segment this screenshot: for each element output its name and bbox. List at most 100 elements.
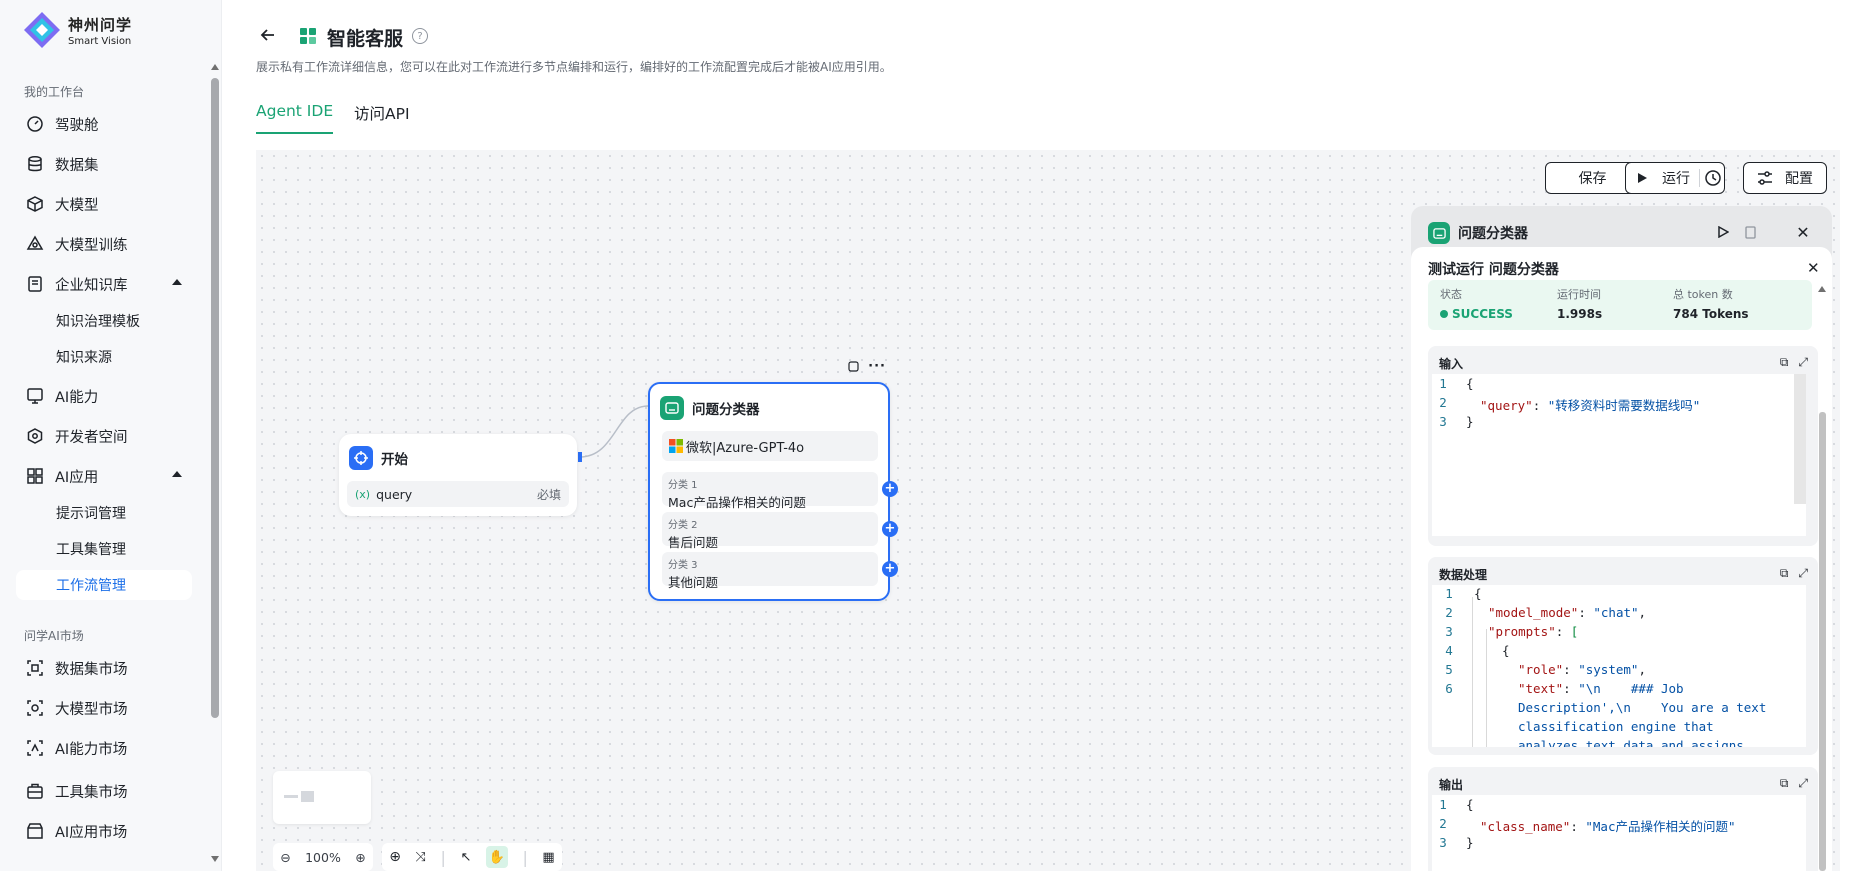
sidebar-item-cockpit[interactable]: 驾驶舱 <box>16 109 192 139</box>
sidebar-item-dataset[interactable]: 数据集 <box>16 149 192 179</box>
sidebar-item-model-market[interactable]: 大模型市场 <box>16 693 192 723</box>
class-label: 分类 2 <box>668 520 698 531</box>
sidebar-item-developer[interactable]: 开发者空间 <box>16 421 192 451</box>
logo[interactable]: 神州问学 Smart Vision <box>22 10 132 50</box>
start-output-handle[interactable] <box>578 452 582 462</box>
config-label: 配置 <box>1785 171 1813 187</box>
class-label: 分类 1 <box>668 480 698 491</box>
class-item[interactable]: 分类 1 Mac产品操作相关的问题 <box>662 472 878 510</box>
tab-agent-ide[interactable]: Agent IDE <box>256 102 334 134</box>
sidebar-item-dataset-market[interactable]: 数据集市场 <box>16 653 192 683</box>
sidebar-item-workflow[interactable]: 工作流管理 <box>16 570 192 600</box>
copy-icon[interactable]: ⧉ <box>1780 355 1789 370</box>
brand-subtitle: Smart Vision <box>68 35 132 47</box>
zoom-out-icon[interactable]: ⊖ <box>280 850 290 865</box>
pointer-icon[interactable]: ↖ <box>460 850 471 865</box>
sidebar-item-ai-market[interactable]: AI能力市场 <box>16 733 192 763</box>
back-button[interactable] <box>256 23 280 47</box>
classifier-node[interactable]: 问题分类器 微软|Azure-GPT-4o 分类 1 Mac产品操作相关的问题 … <box>648 382 898 601</box>
dashboard-icon <box>26 115 44 133</box>
organize-icon[interactable]: ▦ <box>542 850 554 865</box>
panel-scrollbar[interactable] <box>1816 272 1830 871</box>
sidebar-item-label: 大模型 <box>55 197 99 214</box>
collapse-icon[interactable] <box>172 471 182 477</box>
ai-capability-icon <box>26 387 44 405</box>
config-button[interactable]: 配置 <box>1743 162 1827 194</box>
sidebar-item-label: 大模型市场 <box>55 701 128 718</box>
run-status-summary: 状态 SUCCESS 运行时间 1.998s 总 token 数 784 Tok… <box>1428 280 1812 330</box>
run-label: 运行 <box>1662 171 1690 187</box>
knowledge-icon <box>26 275 44 293</box>
scrollbar-thumb[interactable] <box>1819 412 1826 871</box>
class-item[interactable]: 分类 3 其他问题 <box>662 552 878 590</box>
page-title: 智能客服 <box>327 28 404 50</box>
auto-layout-icon[interactable]: ⤨ <box>416 850 426 865</box>
developer-icon <box>26 427 44 445</box>
start-node[interactable]: 开始 (x) query 必填 <box>339 434 577 516</box>
database-icon <box>26 155 44 173</box>
scroll-up-arrow[interactable] <box>211 64 219 70</box>
minimap[interactable] <box>273 771 371 824</box>
expand-icon[interactable]: ⤢ <box>1798 566 1808 581</box>
sidebar-item-training[interactable]: 大模型训练 <box>16 229 192 259</box>
add-node-icon[interactable]: ⊕ <box>389 849 401 865</box>
output-code-viewer[interactable]: 1{ 2 "class_name": "Mac产品操作相关的问题" 3} <box>1432 795 1806 871</box>
token-value: 784 Tokens <box>1673 307 1749 321</box>
model-name: 微软|Azure-GPT-4o <box>686 440 805 456</box>
sidebar-item-toolbox-market[interactable]: 工具集市场 <box>16 776 192 806</box>
add-branch-icon[interactable]: + <box>882 521 898 537</box>
close-icon[interactable]: ✕ <box>1795 223 1811 242</box>
class-value: 其他问题 <box>668 575 719 590</box>
class-item[interactable]: 分类 2 售后问题 <box>662 512 878 550</box>
collapse-icon[interactable] <box>172 279 182 285</box>
run-button[interactable]: 运行 <box>1626 163 1696 193</box>
checkbox-icon[interactable] <box>848 360 859 372</box>
model-market-icon <box>26 699 44 717</box>
model-selector[interactable]: 微软|Azure-GPT-4o <box>662 431 878 461</box>
output-section: 输出 ⧉ ⤢ 1{ 2 "class_name": "Mac产品操作相关的问题"… <box>1428 767 1818 871</box>
scrollbar-thumb[interactable] <box>211 78 219 718</box>
play-icon[interactable] <box>1715 224 1731 240</box>
add-branch-icon[interactable]: + <box>882 561 898 577</box>
expand-icon[interactable]: ⤢ <box>1798 355 1808 370</box>
document-icon[interactable] <box>1742 224 1758 240</box>
sidebar-item-label: 企业知识库 <box>55 277 128 294</box>
sidebar-item-ai-capability[interactable]: AI能力 <box>16 381 192 411</box>
sidebar-item-app-market[interactable]: AI应用市场 <box>16 816 192 846</box>
run-history-button[interactable] <box>1704 169 1722 187</box>
sidebar-item-knowledge[interactable]: 企业知识库 <box>16 269 192 299</box>
copy-icon[interactable]: ⧉ <box>1780 566 1789 581</box>
sidebar-item-label: 数据集市场 <box>55 661 128 678</box>
zoom-in-icon[interactable]: ⊕ <box>355 850 365 865</box>
help-icon[interactable]: ? <box>412 28 428 44</box>
add-branch-icon[interactable]: + <box>882 481 898 497</box>
scroll-down-arrow[interactable] <box>211 856 219 862</box>
sidebar-scrollbar[interactable] <box>208 58 222 868</box>
sidebar-item-toolset[interactable]: 工具集管理 <box>16 534 192 564</box>
edge-start-to-classifier <box>579 405 649 458</box>
workflow-app-icon <box>300 28 316 44</box>
processing-code-viewer[interactable]: 1{ 2 "model_mode": "chat", 3 "prompts": … <box>1432 585 1806 747</box>
expand-icon[interactable]: ⤢ <box>1798 776 1808 791</box>
more-icon[interactable]: ··· <box>868 359 886 374</box>
sidebar-item-governance-template[interactable]: 知识治理模板 <box>16 306 192 336</box>
copy-icon[interactable]: ⧉ <box>1780 776 1789 791</box>
tab-access-api[interactable]: 访问API <box>354 102 410 134</box>
brand-name: 神州问学 <box>68 15 133 34</box>
sidebar-item-label: 大模型训练 <box>55 237 128 254</box>
settings-sliders-icon <box>1758 171 1772 185</box>
app-market-icon <box>26 822 44 840</box>
start-param-row[interactable]: (x) query 必填 <box>347 481 569 507</box>
success-dot-icon <box>1440 310 1448 318</box>
sidebar-item-knowledge-source[interactable]: 知识来源 <box>16 342 192 372</box>
sidebar-item-model[interactable]: 大模型 <box>16 189 192 219</box>
canvas-mode-toolbar: ⊕ ⤨ | ↖ ✋ | ▦ <box>382 843 562 871</box>
sidebar-item-prompt[interactable]: 提示词管理 <box>16 498 192 528</box>
hand-icon[interactable]: ✋ <box>485 846 508 868</box>
code-scrollbar[interactable] <box>1794 374 1806 504</box>
variable-icon: (x) <box>355 487 371 501</box>
grid-icon <box>26 467 44 485</box>
sidebar-item-ai-app[interactable]: AI应用 <box>16 461 192 491</box>
token-label: 总 token 数 <box>1673 288 1733 301</box>
input-code-viewer[interactable]: 1{ 2 "query": "转移资料时需要数据线吗" 3} <box>1432 374 1806 536</box>
